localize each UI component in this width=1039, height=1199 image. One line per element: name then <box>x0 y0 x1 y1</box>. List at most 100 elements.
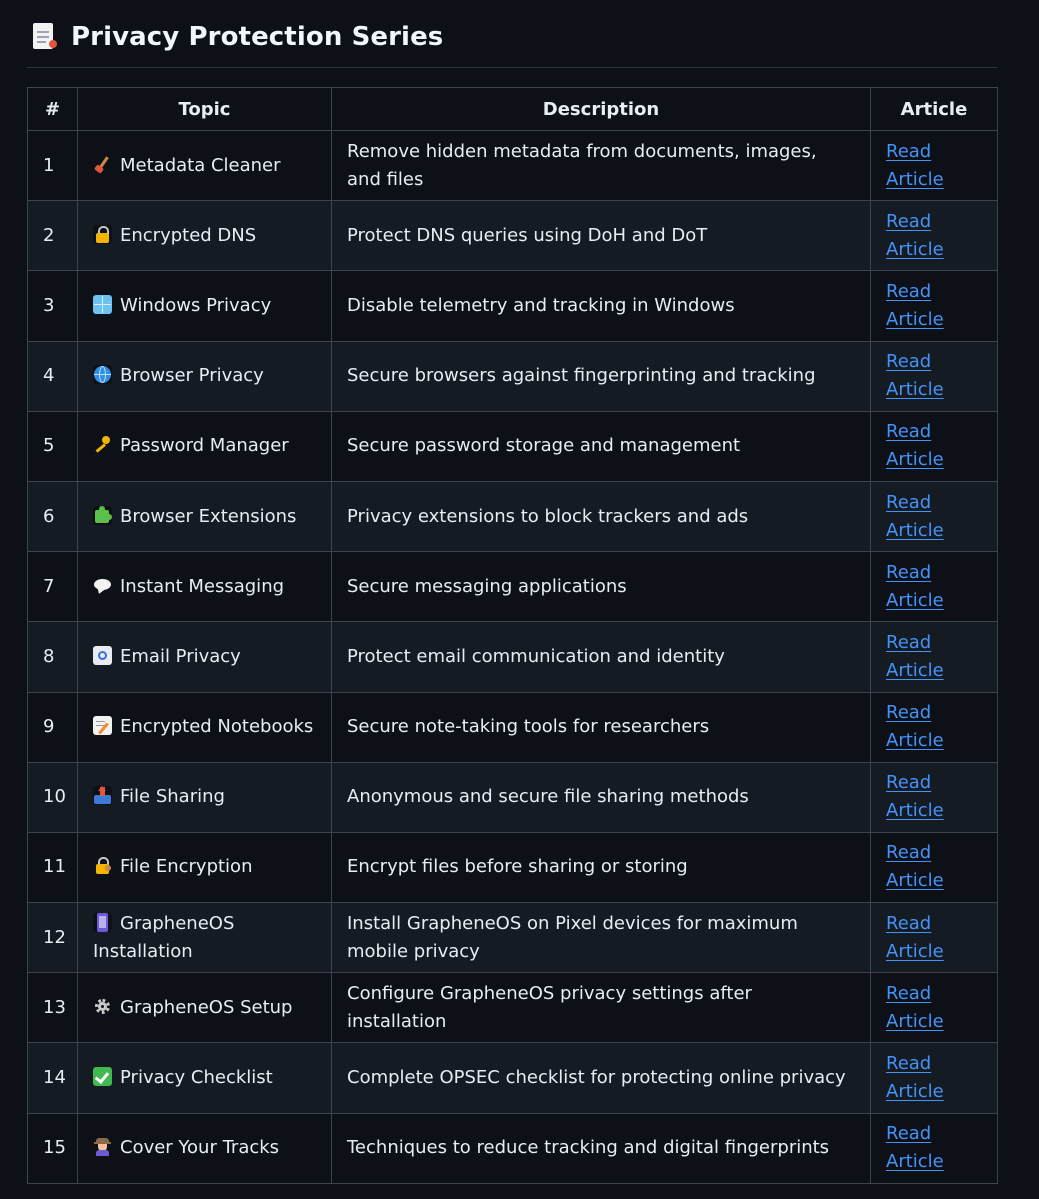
read-article-link[interactable]: Read Article <box>886 632 944 681</box>
topic-label: Privacy Checklist <box>120 1067 273 1089</box>
table-row: 11 File Encryption Encrypt files before sh… <box>27 831 998 904</box>
read-article-link[interactable]: Read Article <box>886 772 944 821</box>
key-icon <box>93 435 112 455</box>
row-number: 10 <box>27 761 78 833</box>
table-row: 9 Encrypted Notebooks Secure note-taking t… <box>27 691 998 763</box>
read-article-link[interactable]: Read Article <box>886 913 944 962</box>
article-cell: Read Article <box>870 761 998 833</box>
row-number: 15 <box>27 1112 78 1184</box>
table-row: 7 Instant Messaging Secure messaging appli… <box>27 551 998 623</box>
topic-cell: Browser Extensions <box>77 480 332 553</box>
broom-icon <box>93 154 112 174</box>
topic-label: Windows Privacy <box>120 294 272 316</box>
topic-cell: Encrypted Notebooks <box>77 691 332 763</box>
windows-icon <box>93 294 112 314</box>
read-article-link[interactable]: Read Article <box>886 702 944 751</box>
topic-cell: Cover Your Tracks <box>77 1112 332 1184</box>
topic-label: Instant Messaging <box>120 575 285 597</box>
topic-cell: Privacy Checklist <box>77 1042 332 1114</box>
table-row: 2 Encrypted DNS Protect DNS queries using … <box>27 200 998 272</box>
column-header-topic: Topic <box>77 87 332 131</box>
column-header-description: Description <box>331 87 871 131</box>
table-row: 10 File Sharing Anonymous and secure file … <box>27 761 998 833</box>
article-cell: Read Article <box>870 129 998 202</box>
description-cell: Install GrapheneOS on Pixel devices for … <box>331 902 871 974</box>
table-row: 8 Email Privacy Protect email communicatio… <box>27 621 998 693</box>
memo-icon <box>93 716 112 736</box>
topic-label: GrapheneOS Installation <box>93 912 235 962</box>
description-cell: Techniques to reduce tracking and digita… <box>331 1112 871 1184</box>
article-cell: Read Article <box>870 1112 998 1184</box>
page-title: Privacy Protection Series <box>71 21 444 52</box>
description-cell: Secure note-taking tools for researchers <box>331 691 871 763</box>
article-cell: Read Article <box>870 340 998 412</box>
table-row: 4 Browser Privacy Secure browsers against … <box>27 340 998 412</box>
globe-icon <box>93 365 112 385</box>
table-row: 1 Metadata Cleaner Remove hidden metadata … <box>27 129 998 202</box>
table-row: 15 Cover Your Tracks Techniques to reduce … <box>27 1112 998 1184</box>
mobile-phone-icon <box>93 912 112 932</box>
description-cell: Configure GrapheneOS privacy settings af… <box>331 972 871 1044</box>
description-cell: Encrypt files before sharing or storing <box>331 831 871 904</box>
row-number: 5 <box>27 410 78 482</box>
description-cell: Secure password storage and management <box>331 410 871 482</box>
table-header-row: # Topic Description Article <box>27 87 998 131</box>
table-row: 14 Privacy Checklist Complete OPSEC checkl… <box>27 1042 998 1114</box>
article-cell: Read Article <box>870 902 998 974</box>
topic-label: Email Privacy <box>120 645 241 667</box>
description-cell: Anonymous and secure file sharing method… <box>331 761 871 833</box>
read-article-link[interactable]: Read Article <box>886 281 944 330</box>
row-number: 3 <box>27 270 78 342</box>
description-cell: Privacy extensions to block trackers and… <box>331 480 871 553</box>
row-number: 1 <box>27 129 78 202</box>
topic-cell: File Sharing <box>77 761 332 833</box>
articles-table: # Topic Description Article 1 Metadata Cl… <box>27 87 998 1184</box>
description-cell: Complete OPSEC checklist for protecting … <box>331 1042 871 1114</box>
read-article-link[interactable]: Read Article <box>886 421 944 470</box>
topic-cell: File Encryption <box>77 831 332 904</box>
read-article-link[interactable]: Read Article <box>886 1123 944 1172</box>
section-heading: Privacy Protection Series <box>27 0 997 68</box>
outbox-tray-icon <box>93 786 112 806</box>
read-article-link[interactable]: Read Article <box>886 562 944 611</box>
detective-icon <box>93 1137 112 1157</box>
read-article-link[interactable]: Read Article <box>886 492 944 541</box>
topic-label: File Sharing <box>120 786 225 808</box>
check-mark-icon <box>93 1067 112 1087</box>
row-number: 4 <box>27 340 78 412</box>
content: Privacy Protection Series # Topic Descri… <box>27 0 998 1184</box>
read-article-link[interactable]: Read Article <box>886 842 944 891</box>
description-cell: Protect email communication and identity <box>331 621 871 693</box>
article-cell: Read Article <box>870 480 998 553</box>
row-number: 8 <box>27 621 78 693</box>
article-cell: Read Article <box>870 410 998 482</box>
topic-label: Browser Privacy <box>120 365 264 387</box>
read-article-link[interactable]: Read Article <box>886 1053 944 1102</box>
article-cell: Read Article <box>870 551 998 623</box>
description-cell: Disable telemetry and tracking in Window… <box>331 270 871 342</box>
topic-label: Encrypted DNS <box>120 224 257 246</box>
read-article-link[interactable]: Read Article <box>886 211 944 260</box>
row-number: 7 <box>27 551 78 623</box>
topic-label: Metadata Cleaner <box>120 154 281 176</box>
topic-label: Password Manager <box>120 435 289 457</box>
row-number: 12 <box>27 902 78 974</box>
lock-with-key-icon <box>93 856 112 876</box>
topic-label: Encrypted Notebooks <box>120 716 314 738</box>
speech-balloon-icon <box>93 575 112 595</box>
puzzle-piece-icon <box>93 505 112 525</box>
description-cell: Secure browsers against fingerprinting a… <box>331 340 871 412</box>
row-number: 11 <box>27 831 78 904</box>
topic-cell: Metadata Cleaner <box>77 129 332 202</box>
email-icon <box>93 645 112 665</box>
topic-cell: GrapheneOS Installation <box>77 902 332 974</box>
description-cell: Secure messaging applications <box>331 551 871 623</box>
read-article-link[interactable]: Read Article <box>886 141 944 190</box>
read-article-link[interactable]: Read Article <box>886 351 944 400</box>
table-row: 5 Password Manager Secure password storage… <box>27 410 998 482</box>
lock-icon <box>93 224 112 244</box>
column-header-number: # <box>27 87 78 131</box>
read-article-link[interactable]: Read Article <box>886 983 944 1032</box>
topic-cell: Email Privacy <box>77 621 332 693</box>
topic-cell: Password Manager <box>77 410 332 482</box>
